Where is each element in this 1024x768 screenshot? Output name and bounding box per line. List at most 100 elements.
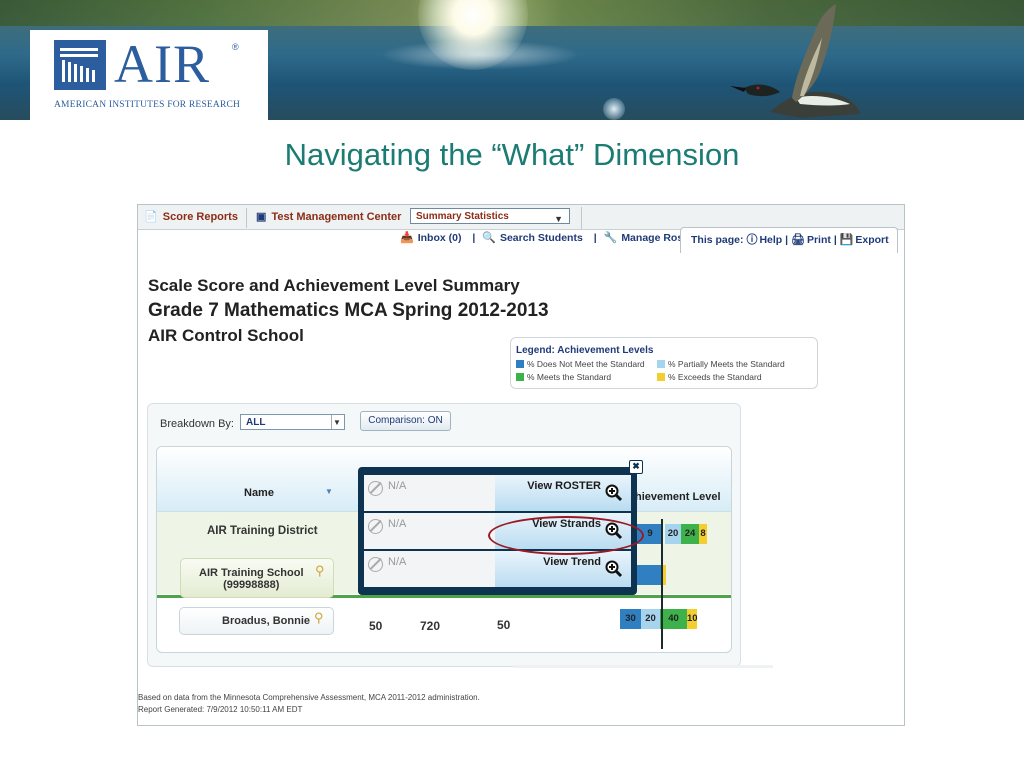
link-separator: | <box>593 232 597 244</box>
legend-swatch <box>657 360 665 368</box>
student-row-button[interactable]: Broadus, Bonnie ⚲ <box>179 607 334 635</box>
bar-meets: 24 <box>681 524 699 544</box>
utility-links: 📥 Inbox (0) | 🔍 Search Students | 🔧 Manage … <box>400 231 705 244</box>
report-icon: 📄 <box>144 211 158 223</box>
legend-swatch <box>516 373 524 381</box>
header-banner: AIR ® AMERICAN INSTITUTES FOR RESEARCH <box>0 0 1024 120</box>
inbox-icon: 📥 <box>400 232 414 244</box>
bar-exceeds: 10 <box>687 609 698 629</box>
chevron-down-icon: ▼ <box>331 415 342 429</box>
bar-does-not-meet: 30 <box>620 609 641 629</box>
popup-na-cell: N/A <box>364 475 495 511</box>
print-icon: 🖨 <box>791 234 805 246</box>
chevron-down-icon: ▼ <box>554 214 563 224</box>
tab-score-reports[interactable]: 📄 Score Reports <box>144 207 238 228</box>
inbox-link[interactable]: 📥 Inbox (0) <box>400 232 465 244</box>
view-trend-label: View Trend <box>543 556 601 568</box>
tab-score-reports-label: Score Reports <box>162 211 238 223</box>
export-icon: 💾 <box>839 234 854 246</box>
zoom-in-icon <box>605 560 623 578</box>
tab-divider <box>581 207 582 229</box>
school-id: (99998888) <box>223 579 280 591</box>
loon-bird-image <box>730 4 860 118</box>
briefcase-icon: ▣ <box>256 211 267 223</box>
zoom-in-icon <box>605 484 623 502</box>
achievement-legend: Legend: Achievement Levels % Does Not Me… <box>510 337 818 389</box>
breakdown-label: Breakdown By: <box>160 418 234 430</box>
breakdown-value: ALL <box>246 417 266 428</box>
legend-item: % Does Not Meet the Standard <box>516 359 645 369</box>
legend-swatch <box>516 360 524 368</box>
breakdown-select[interactable]: ALL ▼ <box>240 414 345 430</box>
magnifier-icon[interactable]: ⚲ <box>315 563 325 579</box>
export-link[interactable]: 💾 Export <box>840 234 889 246</box>
summary-statistics-select[interactable]: Summary Statistics ▼ <box>410 208 570 224</box>
column-header-name[interactable]: Name <box>244 487 274 499</box>
school-row-button[interactable]: AIR Training School (99998888) ⚲ <box>180 558 334 598</box>
row-name-student: Broadus, Bonnie <box>222 615 311 627</box>
comparison-toggle-button[interactable]: Comparison: ON <box>360 411 451 431</box>
logo-subtitle: AMERICAN INSTITUTES FOR RESEARCH <box>54 100 241 110</box>
unavailable-icon <box>368 557 383 572</box>
popup-row: N/A View ROSTER <box>364 475 631 511</box>
bar-partially-meets: 20 <box>641 609 660 629</box>
wrench-icon: 🔧 <box>603 232 618 244</box>
popup-row: N/A View Trend <box>364 551 631 587</box>
help-icon: ⓘ <box>746 234 758 246</box>
popup-na-cell: N/A <box>364 551 495 587</box>
column-header-achievement: hievement Level <box>635 491 721 503</box>
tab-test-management[interactable]: ▣ Test Management Center <box>256 207 401 228</box>
registered-mark: ® <box>232 42 239 52</box>
divider <box>513 665 773 668</box>
search-students-link[interactable]: 🔍 Search Students <box>482 232 587 244</box>
bar-meets: 40 <box>660 609 687 629</box>
link-separator: | <box>785 234 789 246</box>
magnifier-icon[interactable]: ⚲ <box>314 610 324 626</box>
this-page-toolbar: This page: ⓘ Help | 🖨 Print | 💾 Export <box>680 227 898 253</box>
row-name-school: AIR Training School (99998888) <box>199 567 304 591</box>
help-link[interactable]: ⓘ Help <box>746 234 782 246</box>
report-school: AIR Control School <box>148 326 304 345</box>
student-count: 50 <box>369 619 383 633</box>
bar-does-not-meet <box>637 565 662 585</box>
view-trend-button[interactable]: View Trend <box>495 551 631 587</box>
popup-na-cell: N/A <box>364 513 495 549</box>
report-title: Scale Score and Achievement Level Summar… <box>148 276 520 295</box>
row-name-district: AIR Training District <box>207 525 318 537</box>
unavailable-icon <box>368 481 383 496</box>
standard-marker-line <box>661 519 663 649</box>
highlight-ellipse <box>488 516 644 555</box>
legend-item: % Meets the Standard <box>516 372 611 382</box>
legend-title: Legend: Achievement Levels <box>516 345 654 356</box>
air-logo: AIR ® AMERICAN INSTITUTES FOR RESEARCH <box>30 30 268 120</box>
bar-partially-meets: 20 <box>665 524 681 544</box>
bar-exceeds: 8 <box>699 524 707 544</box>
legend-item: % Exceeds the Standard <box>657 372 762 382</box>
search-icon: 🔍 <box>482 232 496 244</box>
footer-generated: Report Generated: 7/9/2012 10:50:11 AM E… <box>138 705 303 714</box>
print-link[interactable]: 🖨 Print <box>791 234 831 246</box>
student-scale-score: 720 <box>420 619 441 633</box>
view-roster-label: View ROSTER <box>527 480 601 492</box>
student-value: 50 <box>497 618 511 632</box>
report-screenshot: 📄 Score Reports ▣ Test Management Center… <box>137 204 905 726</box>
link-separator: | <box>472 232 476 244</box>
this-page-label: This page: <box>691 234 744 246</box>
logo-wordmark: AIR <box>114 34 210 94</box>
tab-test-management-label: Test Management Center <box>271 211 402 223</box>
link-separator: | <box>833 234 837 246</box>
summary-select-value: Summary Statistics <box>416 211 509 222</box>
legend-swatch <box>657 373 665 381</box>
unavailable-icon <box>368 519 383 534</box>
light-bubble <box>603 98 625 120</box>
water-glare <box>380 40 580 70</box>
view-roster-button[interactable]: View ROSTER <box>495 475 631 511</box>
utility-bar: 📥 Inbox (0) | 🔍 Search Students | 🔧 Manage … <box>138 227 904 253</box>
air-logo-icon <box>54 40 106 90</box>
close-icon[interactable]: ✖ <box>629 460 643 474</box>
popup-na-text: N/A <box>388 480 407 492</box>
sort-arrow-icon[interactable]: ▼ <box>325 487 333 496</box>
report-subtitle: Grade 7 Mathematics MCA Spring 2012-2013 <box>148 300 549 321</box>
tab-divider <box>246 208 247 228</box>
slide-title: Navigating the “What” Dimension <box>284 137 740 172</box>
